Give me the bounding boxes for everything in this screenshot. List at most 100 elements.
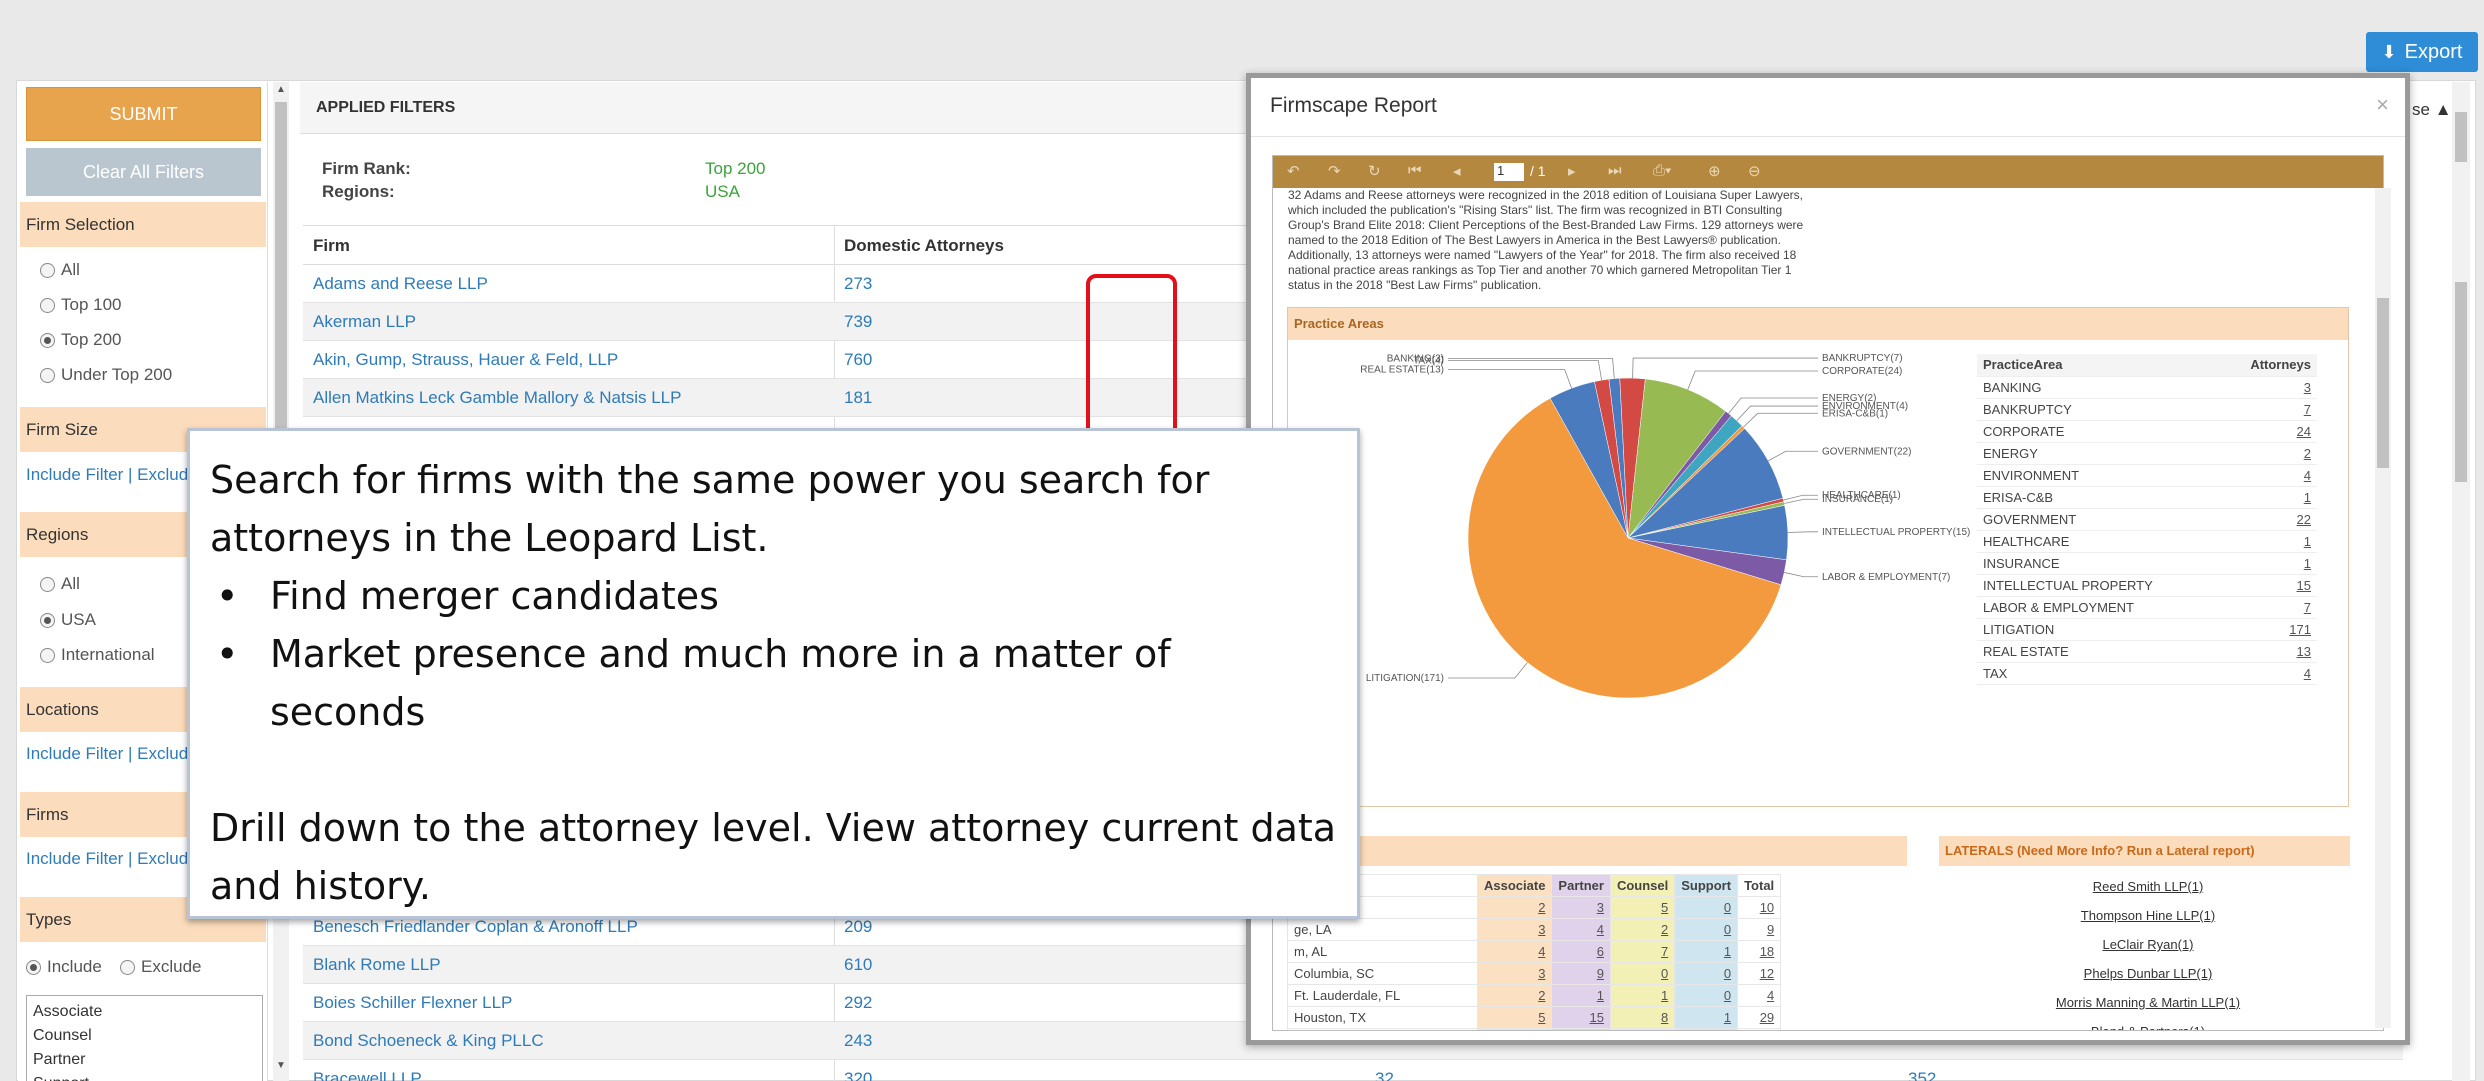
office-count-link[interactable]: 1: [1674, 1006, 1739, 1029]
domestic-count[interactable]: 610: [844, 955, 872, 975]
export-doc-icon[interactable]: ⎙▾: [1653, 162, 1671, 179]
radio-firm-top100[interactable]: Top 100: [40, 295, 122, 315]
pa-count-link[interactable]: 22: [2219, 508, 2317, 531]
firm-name-link[interactable]: Adams and Reese LLP: [313, 274, 488, 294]
lateral-firm-link[interactable]: Thompson Hine LLP(1): [2033, 908, 2263, 923]
viewer-scrollbar[interactable]: [2375, 188, 2391, 1028]
close-icon[interactable]: ×: [2376, 92, 2389, 118]
next-page-icon[interactable]: ▸: [1568, 162, 1576, 180]
radio-region-usa[interactable]: USA: [40, 610, 96, 630]
extra-count[interactable]: 352: [1908, 1069, 1936, 1081]
firm-name-link[interactable]: Allen Matkins Leck Gamble Mallory & Nats…: [313, 388, 681, 408]
domestic-count[interactable]: 181: [844, 388, 872, 408]
domestic-count[interactable]: 320: [844, 1069, 872, 1081]
office-count-link[interactable]: 2: [1476, 896, 1553, 919]
office-count-link[interactable]: 9: [1551, 962, 1611, 985]
domestic-count[interactable]: 739: [844, 312, 872, 332]
radio-firm-under200[interactable]: Under Top 200: [40, 365, 172, 385]
firm-name-link[interactable]: Bond Schoeneck & King PLLC: [313, 1031, 544, 1051]
column-header-firm[interactable]: Firm: [313, 236, 350, 256]
radio-types-include[interactable]: Include: [26, 957, 102, 977]
pa-count-link[interactable]: 1: [2219, 530, 2317, 553]
pa-count-link[interactable]: 15: [2219, 574, 2317, 597]
firm-name-link[interactable]: Boies Schiller Flexner LLP: [313, 993, 512, 1013]
office-count-link[interactable]: 6: [1551, 940, 1611, 963]
table-row[interactable]: Bracewell LLP 320 32 352: [303, 1060, 2403, 1081]
zoom-in-icon[interactable]: ⊕: [1708, 162, 1721, 180]
domestic-count[interactable]: 273: [844, 274, 872, 294]
office-count-link[interactable]: 5: [1476, 1006, 1553, 1029]
office-count-link[interactable]: 15: [1551, 1006, 1611, 1029]
office-count-link[interactable]: 4: [1551, 1028, 1611, 1030]
prev-page-icon[interactable]: ◂: [1453, 162, 1461, 180]
partial-column-header[interactable]: se ▲: [2412, 100, 2452, 120]
pa-count-link[interactable]: 171: [2219, 618, 2317, 641]
page-scrollbar[interactable]: [2452, 82, 2470, 1081]
office-count-link[interactable]: 3: [1476, 1028, 1553, 1030]
office-count-link[interactable]: 3: [1476, 918, 1553, 941]
radio-firm-all[interactable]: All: [40, 260, 80, 280]
firm-size-include-exclude[interactable]: Include Filter | Exclude: [26, 465, 198, 485]
office-count-link[interactable]: 5: [1609, 896, 1676, 919]
office-count-link[interactable]: 4: [1551, 918, 1611, 941]
pa-count-link[interactable]: 13: [2219, 640, 2317, 663]
office-count-link[interactable]: 10: [1737, 896, 1782, 919]
lateral-firm-link[interactable]: LeClair Ryan(1): [2033, 937, 2263, 952]
office-count-link[interactable]: 0: [1674, 918, 1739, 941]
laterals-header[interactable]: LATERALS (Need More Info? Run a Lateral …: [1939, 836, 2350, 866]
scroll-up-arrow-icon[interactable]: ▲: [276, 84, 286, 95]
scroll-down-arrow-icon[interactable]: ▼: [276, 1060, 286, 1071]
office-count-link[interactable]: 8: [1737, 1028, 1782, 1030]
office-count-link[interactable]: 3: [1551, 896, 1611, 919]
office-count-link[interactable]: 1: [1609, 1028, 1676, 1030]
office-count-link[interactable]: 7: [1609, 940, 1676, 963]
extra-count[interactable]: 32: [1375, 1069, 1394, 1081]
pa-count-link[interactable]: 4: [2219, 662, 2317, 685]
office-count-link[interactable]: 2: [1609, 918, 1676, 941]
types-option[interactable]: Associate: [33, 1000, 256, 1024]
office-count-link[interactable]: 9: [1737, 918, 1782, 941]
pa-count-link[interactable]: 4: [2219, 464, 2317, 487]
office-count-link[interactable]: 8: [1609, 1006, 1676, 1029]
office-count-link[interactable]: 1: [1609, 984, 1676, 1007]
office-count-link[interactable]: 29: [1737, 1006, 1782, 1029]
undo-icon[interactable]: ↶: [1287, 162, 1300, 180]
domestic-count[interactable]: 209: [844, 917, 872, 937]
lateral-firm-link[interactable]: Reed Smith LLP(1): [2033, 879, 2263, 894]
domestic-count[interactable]: 243: [844, 1031, 872, 1051]
last-page-icon[interactable]: ⏭: [1608, 162, 1622, 179]
redo-icon[interactable]: ↷: [1328, 162, 1341, 180]
column-header-domestic[interactable]: Domestic Attorneys: [844, 236, 1004, 256]
office-count-link[interactable]: 0: [1674, 962, 1739, 985]
scrollbar-thumb[interactable]: [2455, 112, 2467, 162]
radio-types-exclude[interactable]: Exclude: [120, 957, 201, 977]
office-count-link[interactable]: 0: [1674, 896, 1739, 919]
pa-count-link[interactable]: 7: [2219, 398, 2317, 421]
lateral-firm-link[interactable]: Bland & Partners(1): [2033, 1024, 2263, 1030]
pa-count-link[interactable]: 2: [2219, 442, 2317, 465]
submit-button[interactable]: SUBMIT: [26, 87, 261, 141]
firms-include-exclude[interactable]: Include Filter | Exclude: [26, 849, 198, 869]
firm-name-link[interactable]: Blank Rome LLP: [313, 955, 441, 975]
domestic-count[interactable]: 760: [844, 350, 872, 370]
firm-selection-header[interactable]: Firm Selection: [20, 202, 266, 247]
locations-include-exclude[interactable]: Include Filter | Exclude: [26, 744, 198, 764]
office-count-link[interactable]: 4: [1737, 984, 1782, 1007]
firm-name-link[interactable]: Benesch Friedlander Coplan & Aronoff LLP: [313, 917, 638, 937]
office-count-link[interactable]: 0: [1674, 984, 1739, 1007]
clear-all-filters-button[interactable]: Clear All Filters: [26, 148, 261, 196]
office-count-link[interactable]: 3: [1476, 962, 1553, 985]
radio-region-international[interactable]: International: [40, 645, 155, 665]
pa-count-link[interactable]: 3: [2219, 376, 2317, 399]
types-option[interactable]: Partner: [33, 1048, 256, 1072]
pa-count-link[interactable]: 7: [2219, 596, 2317, 619]
office-count-link[interactable]: 0: [1674, 1028, 1739, 1030]
pa-count-link[interactable]: 24: [2219, 420, 2317, 443]
firm-name-link[interactable]: Bracewell LLP: [313, 1069, 422, 1081]
refresh-icon[interactable]: ↻: [1368, 162, 1381, 180]
scrollbar-thumb[interactable]: [2455, 282, 2467, 482]
types-option[interactable]: Counsel: [33, 1024, 256, 1048]
zoom-out-icon[interactable]: ⊖: [1748, 162, 1761, 180]
office-count-link[interactable]: 1: [1551, 984, 1611, 1007]
lateral-firm-link[interactable]: Phelps Dunbar LLP(1): [2033, 966, 2263, 981]
